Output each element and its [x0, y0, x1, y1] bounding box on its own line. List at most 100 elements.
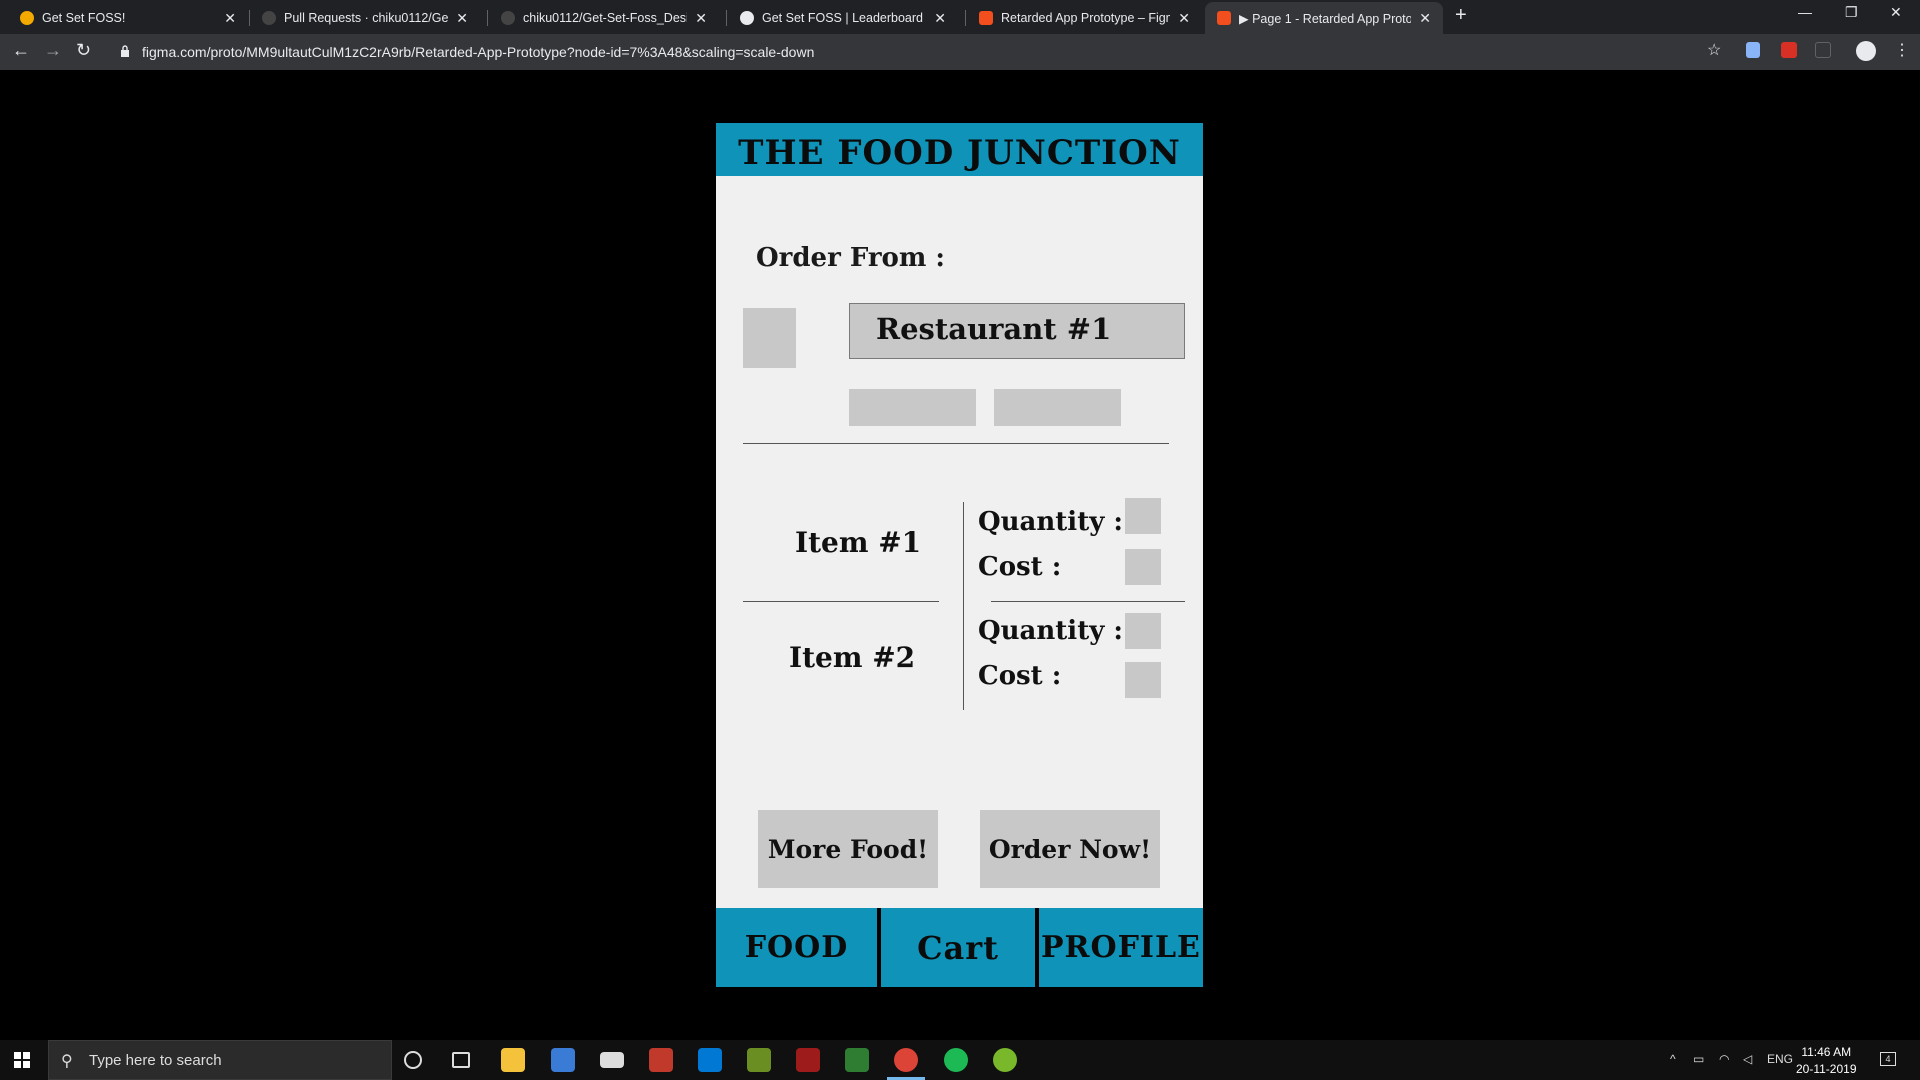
- store-icon[interactable]: [551, 1048, 575, 1072]
- search-placeholder: Type here to search: [89, 1052, 222, 1069]
- close-tab-icon[interactable]: ✕: [695, 10, 707, 27]
- chrome-icon[interactable]: [894, 1048, 918, 1072]
- profile-avatar-icon[interactable]: [1856, 41, 1876, 61]
- chevron-up-icon[interactable]: ^: [1670, 1052, 1676, 1066]
- url-text: figma.com/proto/MM9ultautCulM1zC2rA9rb/R…: [142, 44, 815, 60]
- close-tab-icon[interactable]: ✕: [1419, 10, 1431, 27]
- tab-title: chiku0112/Get-Set-Foss_Design: [523, 11, 688, 25]
- figma-icon: [979, 11, 993, 25]
- divider: [743, 601, 939, 602]
- windows-start-icon[interactable]: [14, 1052, 30, 1068]
- tab-title: Retarded App Prototype – Figma: [1001, 11, 1171, 25]
- item-2-cost-box: [1125, 662, 1161, 698]
- spotify-icon[interactable]: [944, 1048, 968, 1072]
- item-2-name: Item #2: [789, 641, 916, 674]
- tab-pull-requests[interactable]: Pull Requests · chiku0112/Get-Se ✕: [250, 2, 480, 34]
- notification-center-icon[interactable]: 4: [1880, 1052, 1896, 1066]
- bottom-nav: FOOD Cart PROFILE: [716, 908, 1203, 987]
- restaurant-tag-placeholder: [849, 389, 976, 426]
- notification-count: 4: [1885, 1054, 1891, 1064]
- vscode-icon[interactable]: [698, 1048, 722, 1072]
- restore-icon[interactable]: ❐: [1845, 4, 1858, 21]
- search-icon: ⚲: [61, 1053, 73, 1070]
- item-1-quantity-label: Quantity :: [978, 507, 1123, 537]
- app-header: THE FOOD JUNCTION: [716, 123, 1203, 176]
- clock-time: 11:46 AM: [1801, 1045, 1852, 1059]
- close-tab-icon[interactable]: ✕: [456, 10, 468, 27]
- restaurant-name: Restaurant #1: [876, 312, 1112, 346]
- minimize-icon[interactable]: —: [1798, 4, 1812, 20]
- divider: [963, 502, 964, 710]
- taskbar: ⚲ Type here to search ^ ▭ ◠ ◁ ENG 11:46 …: [0, 1040, 1920, 1080]
- nav-food[interactable]: FOOD: [716, 908, 877, 987]
- cortana-icon[interactable]: [404, 1051, 422, 1069]
- back-icon[interactable]: ←: [12, 40, 30, 61]
- taskbar-search[interactable]: ⚲ Type here to search: [48, 1040, 392, 1080]
- order-now-button[interactable]: Order Now!: [980, 810, 1160, 888]
- close-tab-icon[interactable]: ✕: [934, 10, 946, 27]
- address-bar: ← → ↻ figma.com/proto/MM9ultautCulM1zC2r…: [0, 34, 1920, 70]
- divider: [991, 601, 1185, 602]
- item-2-quantity-box[interactable]: [1125, 613, 1161, 649]
- nav-cart[interactable]: Cart: [881, 908, 1035, 987]
- task-view-icon[interactable]: [452, 1052, 470, 1068]
- figma-icon: [1217, 11, 1231, 25]
- tab-figma-prototype[interactable]: Retarded App Prototype – Figma ✕: [967, 2, 1202, 34]
- volume-icon[interactable]: ◁: [1743, 1052, 1752, 1066]
- browser-tab-bar: Get Set FOSS! ✕ Pull Requests · chiku011…: [0, 0, 1920, 34]
- game-icon[interactable]: [796, 1048, 820, 1072]
- clock-date: 20-11-2019: [1796, 1062, 1857, 1076]
- app-title: THE FOOD JUNCTION: [738, 133, 1181, 173]
- forward-icon[interactable]: →: [44, 40, 62, 61]
- new-tab-button[interactable]: +: [1455, 4, 1467, 27]
- language-indicator[interactable]: ENG: [1767, 1052, 1793, 1066]
- restaurant-tag-placeholder: [994, 389, 1121, 426]
- nav-divider: [1035, 908, 1039, 987]
- utorrent-icon[interactable]: [993, 1048, 1017, 1072]
- more-food-button[interactable]: More Food!: [758, 810, 938, 888]
- item-2-quantity-label: Quantity :: [978, 616, 1123, 646]
- close-tab-icon[interactable]: ✕: [1178, 10, 1190, 27]
- omnibox[interactable]: figma.com/proto/MM9ultautCulM1zC2rA9rb/R…: [110, 38, 1700, 66]
- restaurant-selector[interactable]: Restaurant #1: [849, 303, 1185, 359]
- item-1-quantity-box[interactable]: [1125, 498, 1161, 534]
- tab-title: ▶ Page 1 - Retarded App Prototy: [1239, 11, 1412, 26]
- item-1-cost-box: [1125, 549, 1161, 585]
- wifi-icon[interactable]: ◠: [1719, 1052, 1729, 1066]
- mail-icon[interactable]: [600, 1052, 624, 1068]
- lock-icon: [121, 45, 129, 57]
- tab-get-set-foss[interactable]: Get Set FOSS! ✕: [8, 2, 248, 34]
- item-1-name: Item #1: [795, 526, 922, 559]
- prototype-frame: THE FOOD JUNCTION Order From : Restauran…: [716, 123, 1203, 987]
- close-window-icon[interactable]: ✕: [1890, 4, 1902, 21]
- tab-title: Get Set FOSS!: [42, 11, 126, 25]
- tab-favicon-icon: [20, 11, 34, 25]
- bookmark-star-icon[interactable]: ☆: [1707, 40, 1725, 59]
- extension-shield-icon[interactable]: [1746, 42, 1760, 58]
- divider: [743, 443, 1169, 444]
- battery-icon[interactable]: ▭: [1693, 1052, 1704, 1066]
- item-2-cost-label: Cost :: [978, 661, 1062, 691]
- github-icon: [262, 11, 276, 25]
- extension-red-icon[interactable]: [1781, 42, 1797, 58]
- reload-icon[interactable]: ↻: [76, 40, 91, 61]
- globe-icon: [740, 11, 754, 25]
- tab-leaderboard[interactable]: Get Set FOSS | Leaderboard Port ✕: [728, 2, 958, 34]
- menu-kebab-icon[interactable]: ⋮: [1894, 40, 1912, 59]
- github-icon: [501, 11, 515, 25]
- game-icon[interactable]: [845, 1048, 869, 1072]
- extension-icon[interactable]: [1815, 42, 1831, 58]
- item-1-cost-label: Cost :: [978, 552, 1062, 582]
- app-red-icon[interactable]: [649, 1048, 673, 1072]
- restaurant-image-placeholder: [743, 308, 796, 368]
- tab-repo[interactable]: chiku0112/Get-Set-Foss_Design ✕: [489, 2, 719, 34]
- tab-title: Pull Requests · chiku0112/Get-Se: [284, 11, 449, 25]
- clock[interactable]: 11:46 AM 20-11-2019: [1796, 1044, 1857, 1078]
- tab-page-1[interactable]: ▶ Page 1 - Retarded App Prototy ✕: [1205, 2, 1443, 34]
- close-tab-icon[interactable]: ✕: [224, 10, 236, 27]
- tab-title: Get Set FOSS | Leaderboard Port: [762, 11, 926, 25]
- order-from-label: Order From :: [756, 243, 946, 273]
- file-explorer-icon[interactable]: [501, 1048, 525, 1072]
- game-icon[interactable]: [747, 1048, 771, 1072]
- nav-profile[interactable]: PROFILE: [1041, 908, 1203, 987]
